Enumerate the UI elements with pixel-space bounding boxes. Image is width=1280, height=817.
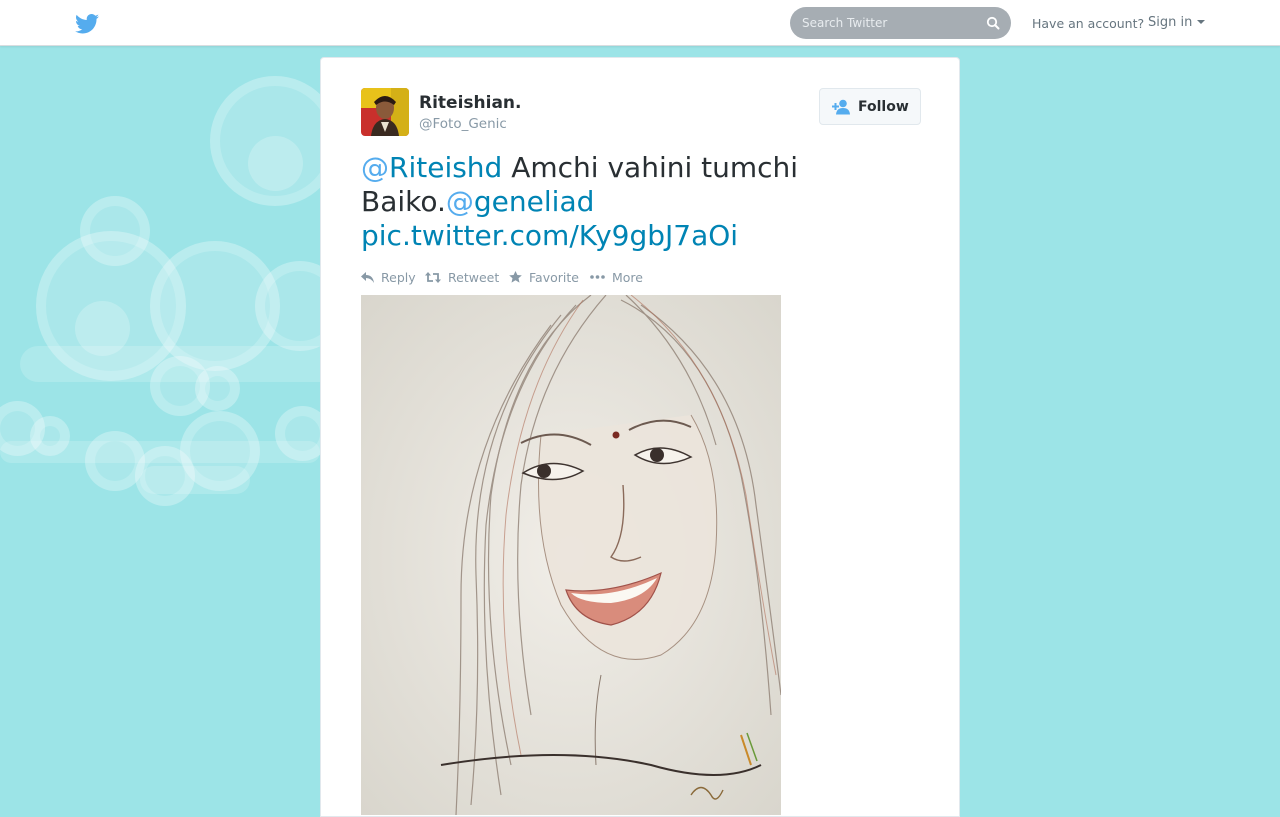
follow-label: Follow [858,98,909,115]
caret-down-icon [1197,20,1206,24]
have-account-label: Have an account? [1032,16,1145,31]
follow-button[interactable]: Follow [819,88,921,125]
more-action[interactable]: More [590,269,643,285]
more-dots-icon [590,275,605,279]
retweet-action[interactable]: Retweet [425,269,509,285]
mention-at-symbol: @ [445,185,474,218]
favorite-label: Favorite [529,269,579,285]
tweet-card: Riteishian. @Foto_Genic Follow @Riteishd… [320,57,960,817]
mention-name: Riteishd [389,151,503,184]
avatar[interactable] [361,88,409,136]
more-label: More [612,269,643,285]
reply-label: Reply [381,269,416,285]
background-clouds [0,46,320,506]
twitter-bird-icon[interactable] [75,14,99,34]
search-icon[interactable] [986,16,1000,30]
tweet-text: @Riteishd Amchi vahini tumchi Baiko.@gen… [361,151,921,253]
user-handle[interactable]: @Foto_Genic [419,116,507,132]
mention-at-symbol: @ [361,151,389,184]
reply-icon [361,271,374,283]
sign-in-label: Sign in [1148,15,1193,30]
pic-link[interactable]: pic.twitter.com/Ky9gbJ7aOi [361,219,738,252]
star-icon [509,271,522,283]
search-box [790,7,1011,39]
tweet-actions: Reply Retweet Favorite More [361,269,643,285]
retweet-icon [425,271,441,283]
top-navigation-bar: Have an account? Sign in [0,0,1280,46]
follow-user-icon [832,99,850,115]
reply-action[interactable]: Reply [361,269,425,285]
mention-geneliad-link[interactable]: @geneliad [446,185,594,218]
favorite-action[interactable]: Favorite [509,269,590,285]
search-input[interactable] [802,14,977,32]
retweet-label: Retweet [448,269,500,285]
mention-riteishd-link[interactable]: @Riteishd [361,151,502,184]
tweet-media-image[interactable] [361,295,781,815]
user-fullname[interactable]: Riteishian. [419,93,521,113]
mention-name: geneliad [473,185,595,218]
sign-in-dropdown[interactable]: Sign in [1148,15,1206,30]
